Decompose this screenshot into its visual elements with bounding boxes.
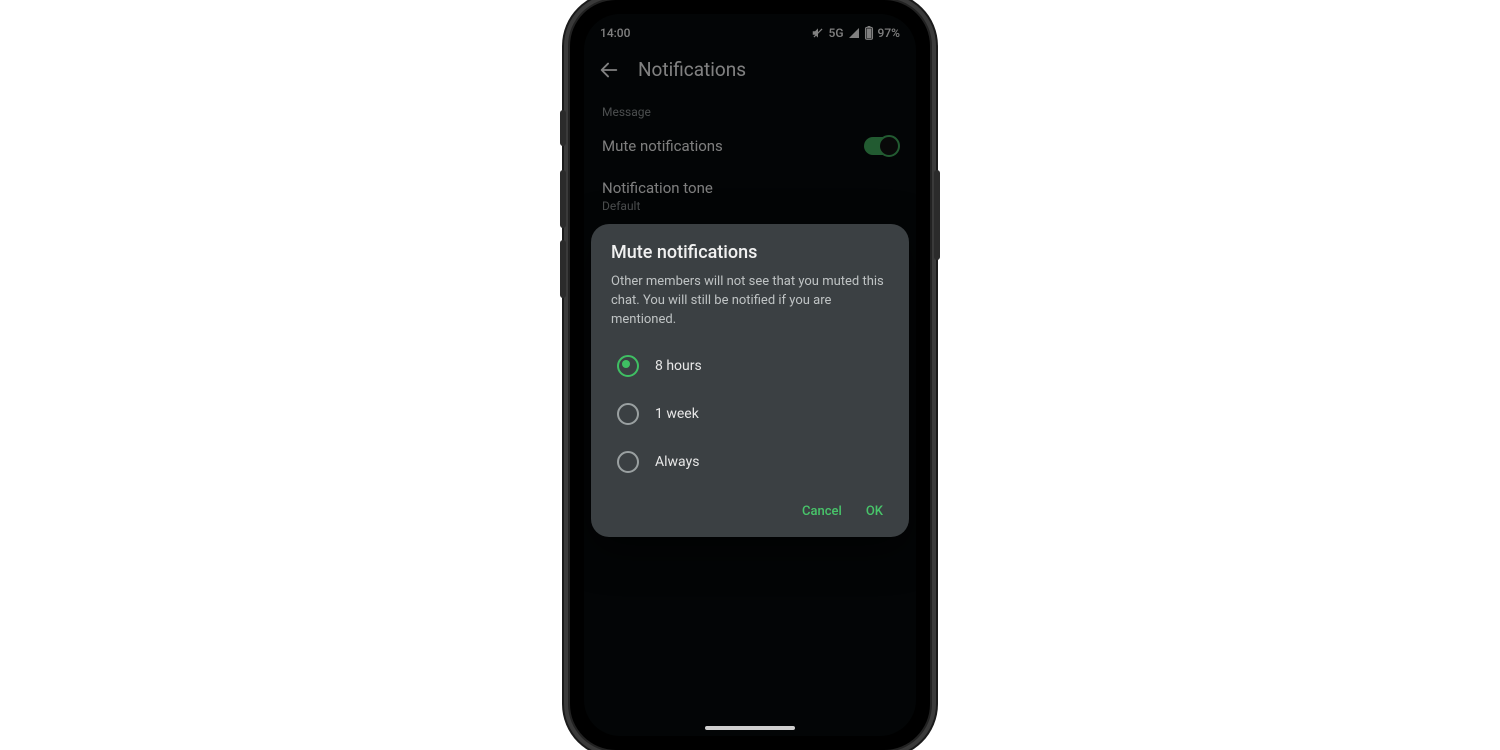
option-label: 1 week <box>655 406 699 422</box>
home-indicator[interactable] <box>705 726 795 730</box>
option-label: 8 hours <box>655 358 702 374</box>
dialog-body: Other members will not see that you mute… <box>611 273 889 330</box>
dialog-actions: Cancel OK <box>611 486 889 525</box>
option-always[interactable]: Always <box>611 438 889 486</box>
dialog-title: Mute notifications <box>611 242 889 263</box>
phone-frame: 14:00 5G 97% <box>570 0 930 750</box>
ok-button[interactable]: OK <box>866 504 883 519</box>
volume-down-button <box>560 240 566 298</box>
power-button <box>934 170 940 260</box>
radio-icon <box>617 403 639 425</box>
mute-dialog: Mute notifications Other members will no… <box>591 224 909 537</box>
radio-icon <box>617 355 639 377</box>
radio-icon <box>617 451 639 473</box>
volume-up-button <box>560 170 566 228</box>
option-1-week[interactable]: 1 week <box>611 390 889 438</box>
cancel-button[interactable]: Cancel <box>802 504 842 519</box>
side-button <box>560 110 566 146</box>
option-8-hours[interactable]: 8 hours <box>611 342 889 390</box>
screen: 14:00 5G 97% <box>584 14 916 736</box>
option-label: Always <box>655 454 699 470</box>
canvas: 14:00 5G 97% <box>0 0 1500 750</box>
